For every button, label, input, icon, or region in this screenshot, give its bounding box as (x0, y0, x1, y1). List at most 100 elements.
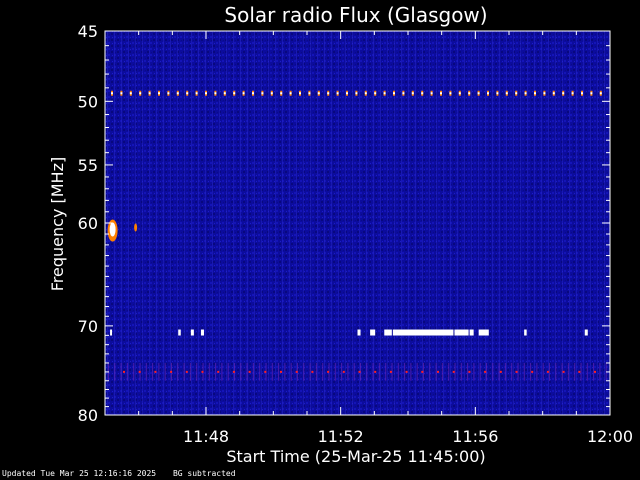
interference-dot-core (195, 92, 198, 95)
band-stripe (152, 362, 154, 381)
x-tick-label: 11:52 (318, 427, 364, 446)
band-stripe (215, 362, 217, 381)
interference-dot-core (402, 92, 405, 95)
interference-dot-core (599, 92, 602, 95)
interference-dot-core (242, 92, 245, 95)
interference-segment (469, 329, 474, 336)
band-stripe (567, 362, 569, 381)
x-tick-label: 12:00 (587, 427, 633, 446)
interference-segment (454, 329, 469, 336)
band-dot (295, 370, 298, 373)
band-dot (562, 370, 565, 373)
band-stripe (240, 362, 242, 381)
interference-segment (392, 329, 454, 336)
band-dot (437, 370, 439, 373)
band-stripe (284, 362, 286, 381)
band-stripe (473, 362, 475, 381)
band-dot (389, 370, 392, 373)
interference-dot-core (158, 92, 160, 95)
band-dot (311, 370, 314, 373)
interference-dot-core (393, 92, 395, 95)
interference-dot-core (214, 92, 217, 95)
interference-segment (110, 329, 113, 336)
band-stripe (189, 362, 191, 381)
band-stripe (353, 362, 355, 381)
footer: Updated Tue Mar 25 12:16:16 2025 BG subt… (2, 469, 248, 478)
interference-dot-core (590, 92, 593, 95)
plot-area (104, 30, 611, 416)
chart-title: Solar radio Flux (Glasgow) (224, 3, 487, 27)
band-dot (358, 370, 361, 373)
band-stripe (580, 362, 582, 381)
band-stripe (467, 362, 469, 381)
y-tick-label: 55 (78, 156, 98, 175)
band-stripe (385, 362, 387, 381)
band-stripe (158, 362, 160, 381)
band-stripe (145, 362, 147, 381)
interference-dot-core (515, 92, 518, 95)
band-stripe (252, 362, 254, 381)
band-stripe (334, 362, 336, 381)
interference-dot-core (383, 92, 386, 95)
interference-segment (478, 329, 489, 336)
band-dot (154, 370, 157, 373)
interference-dot-core (270, 92, 273, 95)
x-axis-label: Start Time (25-Mar-25 11:45:00) (226, 447, 485, 466)
band-stripe (290, 362, 292, 381)
band-stripe (479, 362, 481, 381)
band-stripe (341, 362, 343, 381)
band-stripe (347, 362, 349, 381)
y-tick-label: 80 (78, 406, 98, 425)
band-stripe (498, 362, 500, 381)
interference-segment (584, 329, 588, 336)
interference-dot-core (280, 92, 283, 95)
interference-dot-core (111, 92, 113, 95)
band-dot (170, 370, 173, 373)
band-stripe (404, 362, 406, 381)
band-stripe (574, 362, 576, 381)
band-dot (248, 370, 251, 373)
band-stripe (278, 362, 280, 381)
interference-dot-core (562, 92, 565, 95)
band-dot (499, 370, 502, 373)
background-note: BG subtracted (172, 469, 236, 478)
burst-spot-small (134, 223, 138, 232)
band-dot (342, 370, 345, 373)
band-stripe (542, 362, 544, 381)
updated-timestamp: Updated Tue Mar 25 12:16:16 2025 (2, 469, 157, 478)
interference-segment (370, 329, 376, 336)
band-dot (138, 370, 141, 373)
y-tick-label: 50 (78, 92, 98, 111)
band-stripe (133, 362, 135, 381)
band-dot (484, 370, 487, 373)
band-stripe (246, 362, 248, 381)
band-stripe (486, 362, 487, 381)
interference-dot-core (223, 92, 226, 95)
band-stripe (196, 362, 198, 381)
interference-dot-core (449, 92, 452, 95)
band-stripe (126, 362, 128, 381)
band-stripe (517, 362, 519, 381)
x-tick-label: 11:56 (452, 427, 498, 446)
band-stripe (416, 362, 418, 381)
interference-dot-core (524, 92, 527, 95)
band-stripe (536, 362, 538, 381)
band-stripe (586, 362, 588, 381)
interference-dot-core (505, 92, 508, 95)
band-stripe (561, 362, 563, 381)
spectrogram-chart: 45 50 55 60 70 80 11:48 11:52 11:56 12:00 Solar … (48, 3, 633, 466)
band-dot (452, 370, 455, 373)
interference-dot-core (176, 92, 179, 95)
band-dot (264, 370, 267, 373)
band-stripe (504, 362, 506, 381)
band-stripe (549, 362, 550, 381)
interference-dot-core (411, 92, 414, 95)
band-stripe (221, 362, 223, 381)
band-stripe (366, 362, 368, 381)
band-dot (515, 370, 518, 373)
interference-dot-core (186, 92, 189, 95)
band-stripe (315, 362, 317, 381)
interference-segment (190, 329, 194, 336)
interference-dot-core (374, 92, 377, 95)
interference-dot-core (289, 92, 292, 95)
